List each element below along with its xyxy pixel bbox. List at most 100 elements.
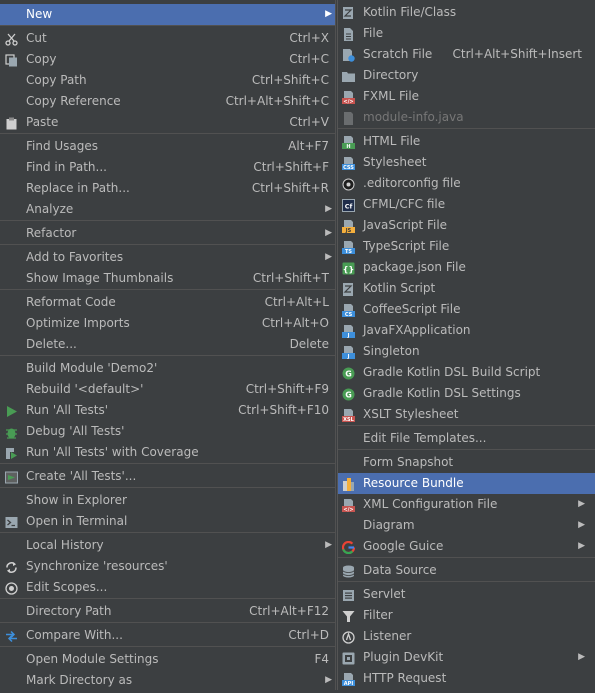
new-item-form-snapshot[interactable]: Form Snapshot <box>338 452 595 473</box>
menu-item-shortcut: Ctrl+Alt+O <box>261 316 329 330</box>
new-item-edit-file-templates[interactable]: Edit File Templates... <box>338 428 595 449</box>
menu-item-replace-in-path[interactable]: Replace in Path... Ctrl+Shift+R <box>0 178 335 199</box>
menu-item-rebuild-default[interactable]: Rebuild '<default>' Ctrl+Shift+F9 <box>0 379 335 400</box>
new-item-editorconfig-file[interactable]: .editorconfig file <box>338 173 595 194</box>
menu-item-run-all-tests[interactable]: Run 'All Tests' Ctrl+Shift+F10 <box>0 400 335 421</box>
menu-item-shortcut: Delete <box>289 337 329 351</box>
menu-item-show-image-thumbnails[interactable]: Show Image Thumbnails Ctrl+Shift+T <box>0 268 335 289</box>
menu-separator <box>0 220 335 221</box>
menu-item-refactor[interactable]: Refactor ▶ <box>0 223 335 244</box>
menu-separator <box>338 128 595 129</box>
scopes-icon <box>5 581 18 595</box>
menu-item-delete[interactable]: Delete... Delete <box>0 334 335 355</box>
new-item-xslt-stylesheet[interactable]: XSL XSLT Stylesheet <box>338 404 595 425</box>
menu-item-label: Build Module 'Demo2' <box>26 361 158 375</box>
menu-item-new[interactable]: New ▶ <box>0 4 335 25</box>
menu-item-show-in-explorer[interactable]: Show in Explorer <box>0 490 335 511</box>
svg-text:CS: CS <box>345 312 353 317</box>
menu-item-find-in-path[interactable]: Find in Path... Ctrl+Shift+F <box>0 157 335 178</box>
new-item-cfml-cfc-file[interactable]: Cf CFML/CFC file <box>338 194 595 215</box>
svg-text:CSS: CSS <box>343 165 354 170</box>
kotlin-script-icon <box>342 282 355 296</box>
new-item-gradle-kotlin-dsl-settings[interactable]: G Gradle Kotlin DSL Settings <box>338 383 595 404</box>
menu-item-copy-path[interactable]: Copy Path Ctrl+Shift+C <box>0 70 335 91</box>
new-item-html-file[interactable]: H HTML File <box>338 131 595 152</box>
new-item-kotlin-file-class[interactable]: Kotlin File/Class <box>338 2 595 23</box>
menu-item-copy[interactable]: Copy Ctrl+C <box>0 49 335 70</box>
menu-item-label: Gradle Kotlin DSL Settings <box>363 386 521 400</box>
menu-item-label: HTTP Request <box>363 671 447 685</box>
menu-item-label: Show in Explorer <box>26 493 127 507</box>
menu-item-open-module-settings[interactable]: Open Module Settings F4 <box>0 649 335 670</box>
menu-item-paste[interactable]: Paste Ctrl+V <box>0 112 335 133</box>
menu-item-label: package.json File <box>363 260 466 274</box>
menu-item-label: Open in Terminal <box>26 514 128 528</box>
create-config-icon <box>5 470 18 484</box>
menu-item-shortcut: Ctrl+Shift+F10 <box>238 403 329 417</box>
menu-item-edit-scopes[interactable]: Edit Scopes... <box>0 577 335 598</box>
submenu-arrow-icon: ▶ <box>325 9 332 19</box>
new-item-http-request[interactable]: API HTTP Request <box>338 668 595 689</box>
new-item-fxml-file[interactable]: </> FXML File <box>338 86 595 107</box>
menu-item-label: module-info.java <box>363 110 464 124</box>
menu-item-open-in-terminal[interactable]: Open in Terminal <box>0 511 335 532</box>
new-item-scratch-file[interactable]: Scratch File Ctrl+Alt+Shift+Insert <box>338 44 595 65</box>
folder-icon <box>342 69 355 82</box>
menu-item-label: Find in Path... <box>26 160 107 174</box>
submenu-arrow-icon: ▶ <box>578 541 585 551</box>
menu-item-compare-with[interactable]: Compare With... Ctrl+D <box>0 625 335 646</box>
menu-separator <box>338 425 595 426</box>
new-item-listener[interactable]: Listener <box>338 626 595 647</box>
menu-item-local-history[interactable]: Local History ▶ <box>0 535 335 556</box>
menu-item-label: Find Usages <box>26 139 99 153</box>
new-item-diagram[interactable]: Diagram ▶ <box>338 515 595 536</box>
clipboard-icon <box>5 116 18 130</box>
menu-item-label: Resource Bundle <box>363 476 464 490</box>
menu-item-synchronize-resources[interactable]: Synchronize 'resources' <box>0 556 335 577</box>
menu-item-mark-directory-as[interactable]: Mark Directory as ▶ <box>0 670 335 691</box>
new-item-singleton[interactable]: J Singleton <box>338 341 595 362</box>
new-item-javafxapplication[interactable]: J JavaFXApplication <box>338 320 595 341</box>
menu-item-build-module-demo2[interactable]: Build Module 'Demo2' <box>0 358 335 379</box>
new-item-plugin-devkit[interactable]: Plugin DevKit ▶ <box>338 647 595 668</box>
menu-item-label: Copy <box>26 52 57 66</box>
menu-item-create-all-tests[interactable]: Create 'All Tests'... <box>0 466 335 487</box>
menu-item-find-usages[interactable]: Find Usages Alt+F7 <box>0 136 335 157</box>
new-item-package-json-file[interactable]: {} package.json File <box>338 257 595 278</box>
new-item-servlet[interactable]: Servlet <box>338 584 595 605</box>
menu-item-run-all-tests-with-coverage[interactable]: Run 'All Tests' with Coverage <box>0 442 335 463</box>
menu-item-copy-reference[interactable]: Copy Reference Ctrl+Alt+Shift+C <box>0 91 335 112</box>
new-item-xml-configuration-file[interactable]: </> XML Configuration File ▶ <box>338 494 595 515</box>
menu-item-shortcut: Ctrl+D <box>288 628 329 642</box>
menu-item-debug-all-tests[interactable]: Debug 'All Tests' <box>0 421 335 442</box>
menu-item-add-to-favorites[interactable]: Add to Favorites ▶ <box>0 247 335 268</box>
new-item-directory[interactable]: Directory <box>338 65 595 86</box>
menu-item-analyze[interactable]: Analyze ▶ <box>0 199 335 220</box>
new-item-stylesheet[interactable]: CSS Stylesheet <box>338 152 595 173</box>
menu-item-label: Gradle Kotlin DSL Build Script <box>363 365 541 379</box>
menu-item-shortcut: Ctrl+Alt+L <box>264 295 329 309</box>
new-item-coffeescript-file[interactable]: CS CoffeeScript File <box>338 299 595 320</box>
menu-item-label: Create 'All Tests'... <box>26 469 137 483</box>
new-item-typescript-file[interactable]: TS TypeScript File <box>338 236 595 257</box>
new-item-resource-bundle[interactable]: Resource Bundle <box>338 473 595 494</box>
menu-item-directory-path[interactable]: Directory Path Ctrl+Alt+F12 <box>0 601 335 622</box>
menu-item-cut[interactable]: Cut Ctrl+X <box>0 28 335 49</box>
menu-separator <box>0 244 335 245</box>
new-item-module-info-java: module-info.java <box>338 107 595 128</box>
menu-item-reformat-code[interactable]: Reformat Code Ctrl+Alt+L <box>0 292 335 313</box>
menu-item-label: Scratch File <box>363 47 433 61</box>
new-item-javascript-file[interactable]: JS JavaScript File <box>338 215 595 236</box>
menu-item-optimize-imports[interactable]: Optimize Imports Ctrl+Alt+O <box>0 313 335 334</box>
new-item-gradle-kotlin-dsl-build-script[interactable]: G Gradle Kotlin DSL Build Script <box>338 362 595 383</box>
menu-separator <box>0 289 335 290</box>
plugin-devkit-icon <box>342 651 355 665</box>
new-item-google-guice[interactable]: Google Guice ▶ <box>338 536 595 557</box>
submenu-arrow-icon: ▶ <box>325 204 332 214</box>
new-item-data-source[interactable]: Data Source <box>338 560 595 581</box>
new-item-kotlin-script[interactable]: Kotlin Script <box>338 278 595 299</box>
new-item-filter[interactable]: Filter <box>338 605 595 626</box>
menu-separator <box>0 463 335 464</box>
new-item-file[interactable]: File <box>338 23 595 44</box>
svg-text:</>: </> <box>343 99 353 104</box>
